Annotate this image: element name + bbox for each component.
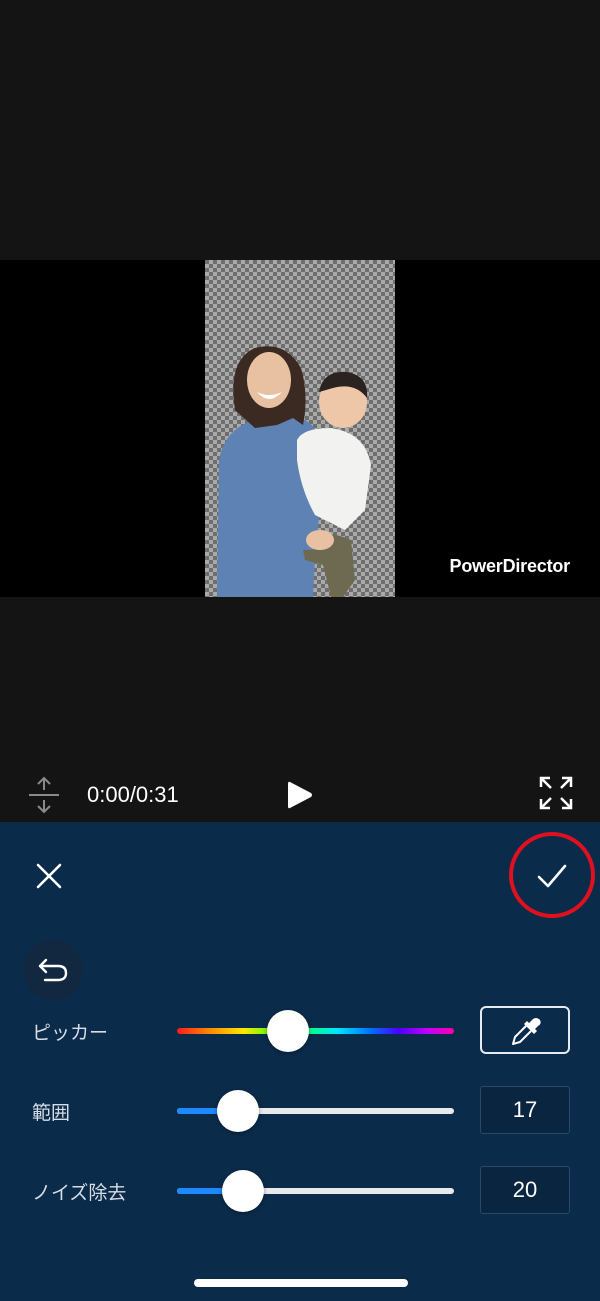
home-indicator[interactable] xyxy=(194,1279,408,1287)
range-label: 範囲 xyxy=(32,1102,71,1124)
close-icon[interactable] xyxy=(33,860,65,892)
play-icon[interactable] xyxy=(286,780,314,810)
picker-slider-knob[interactable] xyxy=(266,1010,309,1052)
noise-removal-slider-track[interactable] xyxy=(177,1170,454,1212)
timecode: 0:00/0:31 xyxy=(87,782,179,807)
range-value-field[interactable]: 17 xyxy=(480,1086,570,1134)
picker-row: ピッカー xyxy=(0,1006,600,1056)
range-row: 範囲 17 xyxy=(0,1086,600,1136)
range-slider-track[interactable] xyxy=(177,1090,454,1132)
noise-removal-label: ノイズ除去 xyxy=(32,1182,127,1204)
eyedropper-icon xyxy=(512,1018,541,1045)
eyedropper-button[interactable] xyxy=(480,1006,570,1054)
split-vertical-icon[interactable] xyxy=(28,776,60,814)
chroma-key-clip xyxy=(205,260,395,597)
picker-hue-slider-track[interactable] xyxy=(177,1010,454,1052)
noise-removal-row: ノイズ除去 20 xyxy=(0,1166,600,1216)
noise-removal-slider-knob[interactable] xyxy=(222,1170,265,1212)
picker-label: ピッカー xyxy=(32,1022,109,1044)
video-frame: PowerDirector xyxy=(0,260,600,597)
undo-icon xyxy=(38,958,68,982)
range-slider-knob[interactable] xyxy=(216,1090,259,1132)
chroma-key-panel: ピッカー 範囲 17 ノイズ除去 20 xyxy=(0,822,600,1301)
fullscreen-icon[interactable] xyxy=(539,776,573,810)
subject-silhouette-image xyxy=(217,346,371,597)
noise-removal-value-field[interactable]: 20 xyxy=(480,1166,570,1214)
watermark-text: PowerDirector xyxy=(449,556,571,576)
checkmark-icon[interactable] xyxy=(534,860,570,892)
undo-button[interactable] xyxy=(23,940,83,1000)
playback-bar: 0:00/0:31 xyxy=(0,770,600,820)
video-preview-area: PowerDirector xyxy=(0,0,600,822)
